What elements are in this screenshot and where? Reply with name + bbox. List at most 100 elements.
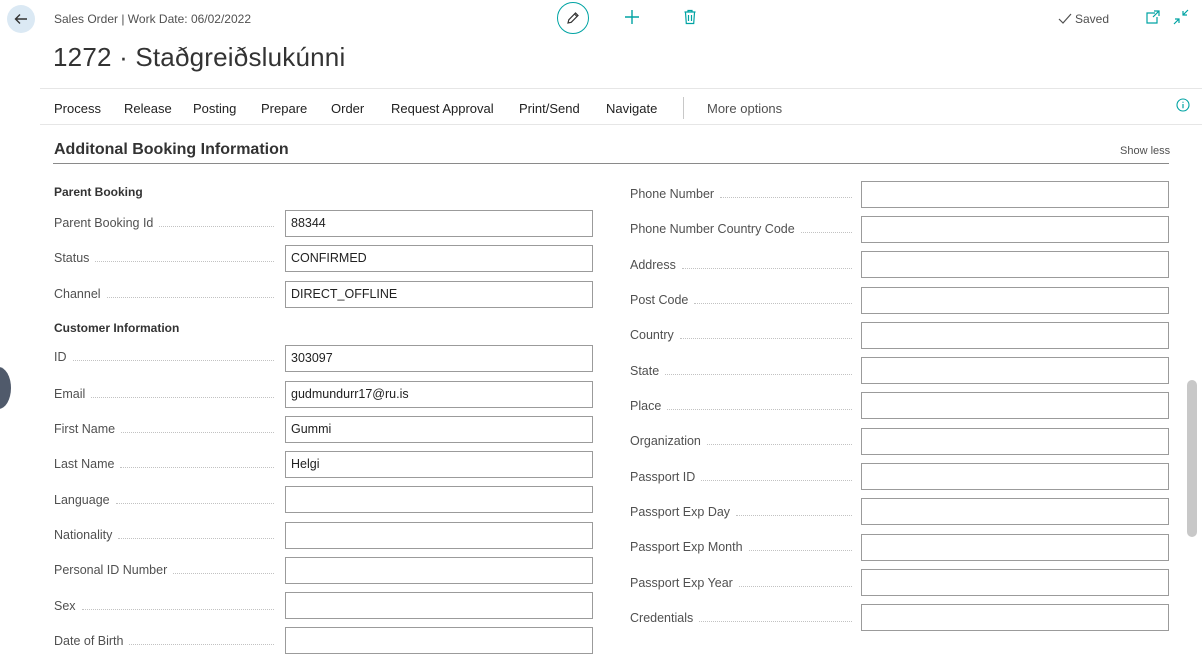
pencil-icon xyxy=(567,12,579,24)
field-label-text: Email xyxy=(54,387,86,401)
field-label-text: Country xyxy=(630,328,674,342)
organization-input[interactable] xyxy=(861,428,1169,455)
field-label-text: Passport ID xyxy=(630,470,696,484)
parent-booking-id-input[interactable]: 88344 xyxy=(285,210,593,237)
country-input[interactable] xyxy=(861,322,1169,349)
field-label-text: Parent Booking Id xyxy=(54,216,154,230)
leader-dots xyxy=(129,635,274,645)
field-label-text: Channel xyxy=(54,287,101,301)
open-in-new-window-button[interactable] xyxy=(1144,8,1162,26)
credentials-input[interactable] xyxy=(861,604,1169,631)
collapse-icon xyxy=(1173,9,1189,25)
leader-dots xyxy=(91,388,274,398)
group-title-parent-booking: Parent Booking xyxy=(54,185,143,199)
field-label-parent-booking-id: Parent Booking Id xyxy=(54,216,274,230)
field-label-text: Passport Exp Year xyxy=(630,576,733,590)
phone-number-country-code-input[interactable] xyxy=(861,216,1169,243)
field-label-text: Sex xyxy=(54,599,76,613)
field-label-passport-exp-day: Passport Exp Day xyxy=(630,505,852,519)
field-label-address: Address xyxy=(630,258,852,272)
field-label-text: Nationality xyxy=(54,528,113,542)
last-name-input[interactable]: Helgi xyxy=(285,451,593,478)
field-label-date-of-birth: Date of Birth xyxy=(54,634,274,648)
show-less-button[interactable]: Show less xyxy=(1120,145,1170,157)
action-posting[interactable]: Posting xyxy=(193,101,236,116)
back-arrow-icon xyxy=(14,14,27,24)
checkmark-icon xyxy=(1058,13,1072,24)
plus-icon xyxy=(625,10,639,24)
field-label-text: Organization xyxy=(630,434,701,448)
action-prepare[interactable]: Prepare xyxy=(261,101,307,116)
trash-icon xyxy=(684,9,696,25)
personal-id-number-input[interactable] xyxy=(285,557,593,584)
field-label-phone-number: Phone Number xyxy=(630,187,852,201)
field-label-text: Credentials xyxy=(630,611,694,625)
leader-dots xyxy=(95,252,274,262)
sex-input[interactable] xyxy=(285,592,593,619)
field-label-status: Status xyxy=(54,251,274,265)
new-button[interactable] xyxy=(621,6,643,28)
field-label-passport-exp-month: Passport Exp Month xyxy=(630,540,852,554)
leader-dots xyxy=(738,577,852,587)
action-order[interactable]: Order xyxy=(331,101,364,116)
place-input[interactable] xyxy=(861,392,1169,419)
passport-exp-year-input[interactable] xyxy=(861,569,1169,596)
section-title: Additonal Booking Information xyxy=(54,141,289,158)
info-button[interactable] xyxy=(1176,98,1190,112)
leader-dots xyxy=(681,259,852,269)
email-input[interactable]: gudmundurr17@ru.is xyxy=(285,381,593,408)
leader-dots xyxy=(699,612,852,622)
action-process[interactable]: Process xyxy=(54,101,101,116)
field-label-text: Language xyxy=(54,493,110,507)
passport-exp-day-input[interactable] xyxy=(861,498,1169,525)
phone-number-input[interactable] xyxy=(861,181,1169,208)
first-name-input[interactable]: Gummi xyxy=(285,416,593,443)
address-input[interactable] xyxy=(861,251,1169,278)
scrollbar-thumb[interactable] xyxy=(1187,380,1197,537)
action-navigate[interactable]: Navigate xyxy=(606,101,657,116)
customer-id-input[interactable]: 303097 xyxy=(285,345,593,372)
field-label-personal-id-number: Personal ID Number xyxy=(54,563,274,577)
field-label-text: First Name xyxy=(54,422,116,436)
field-label-text: ID xyxy=(54,350,67,364)
passport-exp-month-input[interactable] xyxy=(861,534,1169,561)
field-label-text: Post Code xyxy=(630,293,689,307)
channel-input[interactable]: DIRECT_OFFLINE xyxy=(285,281,593,308)
field-label-text: Phone Number Country Code xyxy=(630,222,795,236)
field-label-id: ID xyxy=(54,350,274,364)
back-button[interactable] xyxy=(7,5,35,33)
field-label-passport-exp-year: Passport Exp Year xyxy=(630,576,852,590)
field-label-text: Address xyxy=(630,258,676,272)
page-title: 1272 · Staðgreiðslukúnni xyxy=(53,42,346,72)
action-print-send[interactable]: Print/Send xyxy=(519,101,580,116)
leader-dots xyxy=(173,564,274,574)
field-label-text: Passport Exp Day xyxy=(630,505,731,519)
leader-dots xyxy=(736,506,852,516)
field-label-text: Last Name xyxy=(54,457,115,471)
action-more-options[interactable]: More options xyxy=(707,101,782,116)
post-code-input[interactable] xyxy=(861,287,1169,314)
field-label-passport-id: Passport ID xyxy=(630,470,852,484)
leader-dots xyxy=(106,288,274,298)
leader-dots xyxy=(800,223,852,233)
language-input[interactable] xyxy=(285,486,593,513)
action-request-approval[interactable]: Request Approval xyxy=(391,101,494,116)
leader-dots xyxy=(81,600,274,610)
field-label-sex: Sex xyxy=(54,599,274,613)
field-label-email: Email xyxy=(54,387,274,401)
edit-button[interactable] xyxy=(557,2,589,34)
side-panel-handle[interactable] xyxy=(0,367,11,409)
passport-id-input[interactable] xyxy=(861,463,1169,490)
field-label-last-name: Last Name xyxy=(54,457,274,471)
action-release[interactable]: Release xyxy=(124,101,172,116)
nationality-input[interactable] xyxy=(285,522,593,549)
field-label-channel: Channel xyxy=(54,287,274,301)
collapse-button[interactable] xyxy=(1172,8,1190,26)
status-input[interactable]: CONFIRMED xyxy=(285,245,593,272)
delete-button[interactable] xyxy=(680,6,700,28)
state-input[interactable] xyxy=(861,357,1169,384)
leader-dots xyxy=(72,351,274,361)
field-label-text: Status xyxy=(54,251,90,265)
date-of-birth-input[interactable] xyxy=(285,627,593,654)
field-label-text: Passport Exp Month xyxy=(630,540,743,554)
